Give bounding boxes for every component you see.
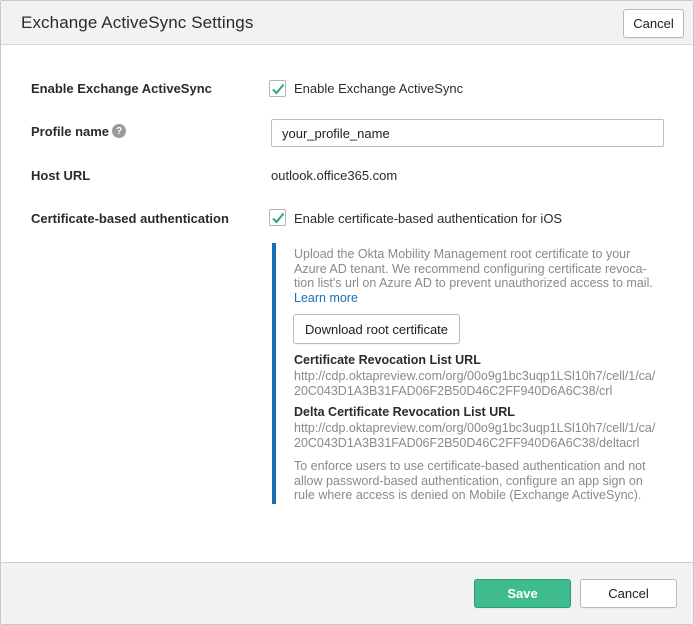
header-cancel-button[interactable]: Cancel xyxy=(623,9,684,38)
delta-crl-url-line: http://cdp.oktapreview.com/org/00o9g1bc3… xyxy=(294,421,656,435)
help-icon[interactable]: ? xyxy=(112,124,126,138)
crl-url-line: 20C043D1A3B31FAD06F2B50D46C2FF940D6A6C38… xyxy=(294,383,613,398)
eas-settings-dialog: Exchange ActiveSync Settings Cancel Enab… xyxy=(0,0,694,625)
intro-line: Upload the Okta Mobility Management root… xyxy=(294,247,631,261)
delta-crl-url: http://cdp.oktapreview.com/org/00o9g1bc3… xyxy=(294,421,674,450)
dialog-header: Exchange ActiveSync Settings Cancel xyxy=(1,1,693,45)
download-root-certificate-button[interactable]: Download root certificate xyxy=(293,314,460,344)
delta-crl-title: Delta Certificate Revocation List URL xyxy=(294,405,515,419)
host-url-label: Host URL xyxy=(31,168,91,183)
profile-name-label: Profile name xyxy=(31,124,110,139)
enforce-note: To enforce users to use certificate-base… xyxy=(294,459,670,503)
delta-crl-url-line: 20C043D1A3B31FAD06F2B50D46C2FF940D6A6C38… xyxy=(294,435,640,450)
cert-auth-label: Certificate-based authentication xyxy=(31,211,229,226)
profile-name-input[interactable] xyxy=(271,119,664,147)
learn-more-link[interactable]: Learn more xyxy=(294,291,358,305)
save-button[interactable]: Save xyxy=(474,579,571,608)
cert-auth-checkbox-label[interactable]: Enable certificate-based authentication … xyxy=(294,211,562,226)
cert-info-panel: Upload the Okta Mobility Management root… xyxy=(272,243,672,504)
footer-cancel-button[interactable]: Cancel xyxy=(580,579,677,608)
intro-line: Azure AD tenant. We recommend configurin… xyxy=(294,261,647,276)
checkmark-icon xyxy=(272,212,285,224)
dialog-title: Exchange ActiveSync Settings xyxy=(21,13,254,32)
crl-title: Certificate Revocation List URL xyxy=(294,353,481,367)
dialog-footer: Save Cancel xyxy=(1,562,693,624)
host-url-value: outlook.office365.com xyxy=(271,168,398,183)
enforce-line: rule where access is denied on Mobile (E… xyxy=(294,488,642,502)
crl-url: http://cdp.oktapreview.com/org/00o9g1bc3… xyxy=(294,369,674,398)
enforce-line: allow password-based authentication, con… xyxy=(294,473,643,488)
cert-auth-checkbox[interactable] xyxy=(269,209,286,226)
checkmark-icon xyxy=(272,83,285,95)
enable-eas-checkbox-label[interactable]: Enable Exchange ActiveSync xyxy=(294,81,463,96)
crl-url-line: http://cdp.oktapreview.com/org/00o9g1bc3… xyxy=(294,369,656,383)
enable-eas-label: Enable Exchange ActiveSync xyxy=(31,81,212,96)
enable-eas-checkbox[interactable] xyxy=(269,80,286,97)
cert-info-intro: Upload the Okta Mobility Management root… xyxy=(294,247,670,305)
intro-line: tion list's url on Azure AD to prevent u… xyxy=(294,276,653,290)
enforce-line: To enforce users to use certificate-base… xyxy=(294,459,646,473)
